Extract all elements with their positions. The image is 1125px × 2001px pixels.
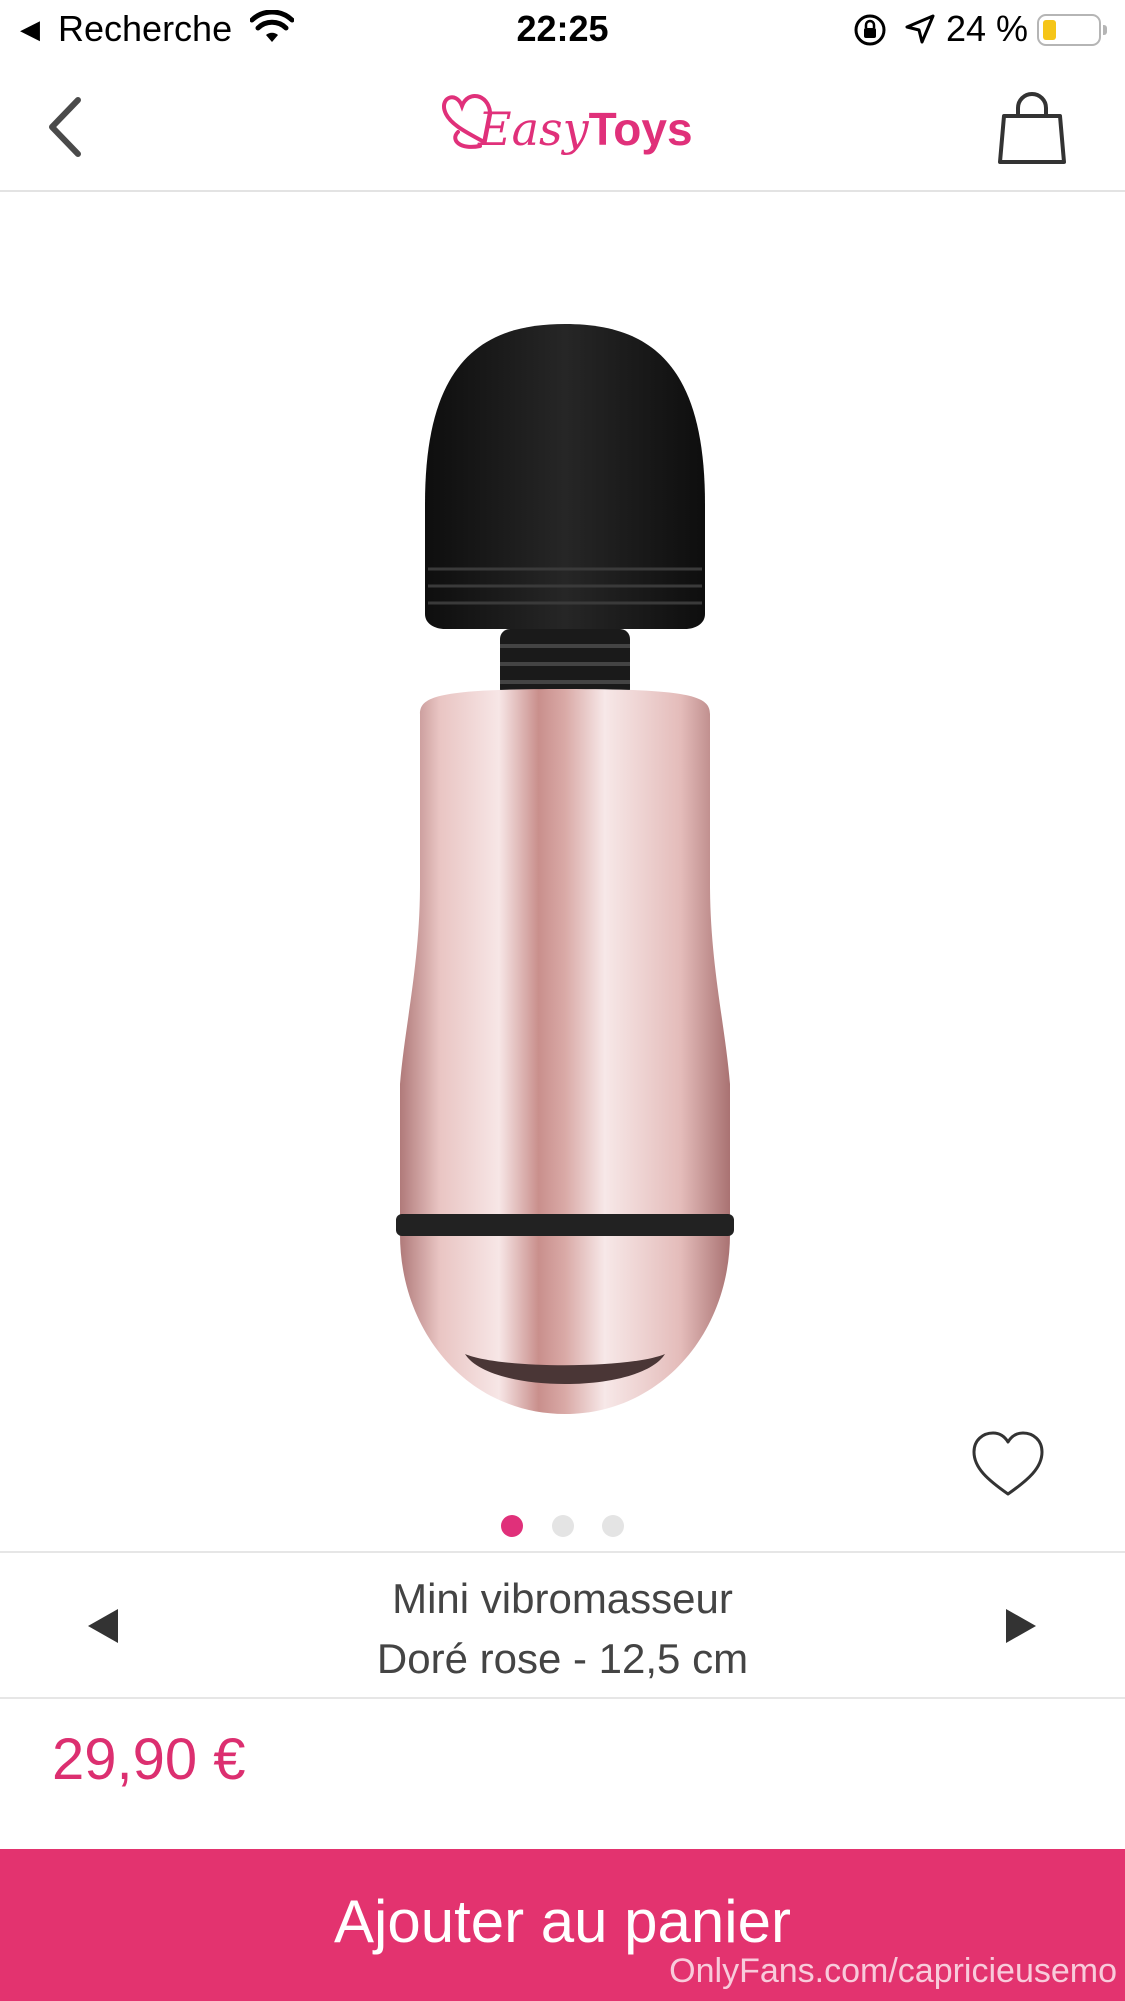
triangle-left-icon[interactable] (88, 1609, 118, 1643)
orientation-lock-icon (852, 12, 888, 53)
variant-line-1: Mini vibromasseur (392, 1575, 733, 1622)
battery-icon (1037, 14, 1107, 46)
product-image-carousel[interactable] (0, 194, 1125, 1552)
carousel-dot-2[interactable] (551, 1515, 574, 1537)
add-to-cart-button[interactable]: Ajouter au panier OnlyFans.com/capricieu… (0, 1849, 1125, 2001)
battery-percent: 24 % (946, 8, 1029, 49)
carousel-dot-1[interactable] (501, 1515, 524, 1537)
logo-part-toys: Toys (588, 103, 693, 155)
triangle-right-icon[interactable] (1006, 1609, 1036, 1643)
logo-wordmark: EasyToys (478, 102, 693, 156)
watermark-text: OnlyFans.com/capricieusemo (669, 1952, 1117, 1990)
shopping-bag-icon[interactable] (994, 90, 1070, 166)
variant-name: Mini vibromasseur Doré rose - 12,5 cm (200, 1569, 925, 1689)
heart-outline-icon[interactable] (968, 1428, 1048, 1500)
logo-part-easy: Easy (478, 102, 589, 156)
location-arrow-icon (903, 12, 937, 51)
carousel-pagination (0, 1515, 1125, 1541)
product-price: 29,90 € (52, 1727, 246, 1792)
carousel-dot-3[interactable] (601, 1515, 624, 1537)
wand-vibrator-image (396, 324, 734, 1414)
variant-line-2: Doré rose - 12,5 cm (376, 1635, 749, 1682)
status-bar: ◀ Recherche 22:25 24 % (0, 0, 1125, 62)
easytoys-logo[interactable]: EasyToys (440, 84, 693, 164)
app-header: EasyToys (0, 62, 1125, 192)
variant-selector: Mini vibromasseur Doré rose - 12,5 cm (0, 1551, 1125, 1699)
back-chevron-icon[interactable] (40, 92, 90, 162)
battery-level-fill (1043, 20, 1056, 40)
